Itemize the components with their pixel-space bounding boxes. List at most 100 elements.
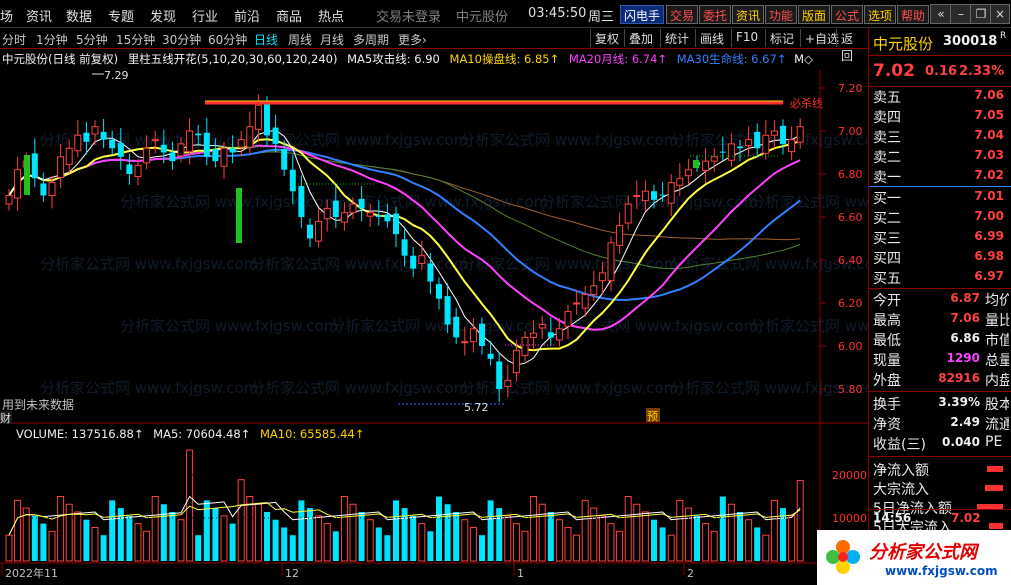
flow-bar bbox=[987, 466, 1003, 472]
candle-body-up bbox=[788, 139, 796, 153]
candle-body-up bbox=[246, 126, 254, 148]
period-tab-daily[interactable]: 日线 bbox=[254, 31, 278, 48]
candle-body-up bbox=[57, 156, 65, 178]
volume-bar-down bbox=[126, 515, 133, 561]
candle-body-up bbox=[340, 212, 348, 223]
restore-icon[interactable]: ❐ bbox=[970, 4, 992, 24]
period-tab-30min[interactable]: 30分钟 bbox=[162, 31, 201, 48]
legend-tail: M◇ bbox=[794, 52, 813, 66]
volume-ma10: MA10: 65585.44↑ bbox=[259, 427, 365, 441]
candle-body-down bbox=[401, 239, 408, 256]
volume-tick-label: 20000 bbox=[832, 469, 867, 482]
menu-item-topic[interactable]: 专题 bbox=[108, 6, 134, 25]
f10-button[interactable]: F10 bbox=[731, 29, 762, 47]
candle-body-down bbox=[31, 153, 38, 179]
buy-level-label: 买二 bbox=[873, 211, 901, 227]
buy-level-5[interactable]: 买五 6.97 bbox=[873, 268, 1008, 288]
order-button[interactable]: 委托 bbox=[699, 5, 732, 24]
overlay-button[interactable]: 叠加 bbox=[624, 29, 657, 47]
back-button[interactable]: 返回 bbox=[836, 29, 868, 63]
stat-row: 今开 6.87 均价 bbox=[873, 290, 1009, 310]
volume-bar-down bbox=[547, 511, 554, 561]
period-tab-more[interactable]: 更多› bbox=[398, 31, 427, 48]
stat-row: 现量 1290 总量 bbox=[873, 350, 1009, 370]
volume-bar-up bbox=[633, 503, 641, 562]
period-tab-5min[interactable]: 5分钟 bbox=[76, 31, 108, 48]
draw-button[interactable]: 画线 bbox=[695, 29, 728, 47]
menu-item-discover[interactable]: 发现 bbox=[150, 6, 176, 25]
watermark-layer: 分析家公式网 www.fxjgsw.com 分析家公式网 www.fxjgsw.c… bbox=[40, 131, 868, 397]
menu-item-news[interactable]: 资讯 bbox=[26, 6, 52, 25]
options-button[interactable]: 选项 bbox=[864, 5, 897, 24]
candle-body-down bbox=[100, 131, 107, 140]
candle-body-up bbox=[504, 379, 512, 387]
price-tick-label: 7.00 bbox=[838, 125, 863, 138]
adjust-button[interactable]: 复权 bbox=[590, 29, 623, 47]
stats-button[interactable]: 统计 bbox=[660, 29, 693, 47]
formula-button[interactable]: 公式 bbox=[831, 5, 864, 24]
period-tab-intraday[interactable]: 分时 bbox=[2, 31, 26, 48]
quote-change: 0.16 bbox=[925, 64, 958, 79]
minimize-icon[interactable]: – bbox=[950, 4, 972, 24]
menu-item-hot[interactable]: 热点 bbox=[318, 6, 344, 25]
period-tab-15min[interactable]: 15分钟 bbox=[116, 31, 155, 48]
low-marker-label: 5.72 bbox=[464, 401, 489, 414]
candle-body-up bbox=[366, 212, 374, 217]
legend-title: 中元股份(日线 前复权) bbox=[2, 52, 119, 66]
candle-body-down bbox=[384, 214, 391, 222]
price-tick-label: 6.60 bbox=[838, 211, 863, 224]
period-tab-weekly[interactable]: 周线 bbox=[288, 31, 312, 48]
close-icon[interactable]: × bbox=[990, 4, 1010, 24]
candle-body-up bbox=[727, 143, 735, 161]
sell-level-1[interactable]: 卖一 7.02 bbox=[873, 167, 1008, 187]
help-button[interactable]: 帮助 bbox=[897, 5, 930, 24]
info-button[interactable]: 资讯 bbox=[732, 5, 765, 24]
watermark-text: 分析家公式网 www.fxjgsw.com bbox=[330, 317, 548, 335]
function-button[interactable]: 功能 bbox=[765, 5, 798, 24]
stat2-value: 2.49 bbox=[950, 415, 980, 429]
menu-item-industry[interactable]: 行业 bbox=[192, 6, 218, 25]
period-tab-monthly[interactable]: 月线 bbox=[320, 31, 344, 48]
volume-bar-up bbox=[469, 526, 477, 562]
volume-bar-up bbox=[624, 496, 632, 562]
stat-label: 现量 bbox=[873, 353, 901, 369]
buy-level-4[interactable]: 买四 6.98 bbox=[873, 248, 1008, 268]
trade-button[interactable]: 交易 bbox=[666, 5, 699, 24]
sell-level-4[interactable]: 卖四 7.05 bbox=[873, 107, 1008, 127]
menu-item-data[interactable]: 数据 bbox=[66, 6, 92, 25]
sell-level-2[interactable]: 卖二 7.03 bbox=[873, 147, 1008, 167]
volume-bar-up bbox=[323, 523, 331, 562]
stat2-value: 0.040 bbox=[942, 435, 980, 449]
candle-body-up bbox=[538, 324, 546, 329]
mark-button[interactable]: 标记 bbox=[765, 29, 798, 47]
watermark-text: 分析家公式网 www.fxjgsw.com bbox=[40, 255, 258, 273]
collapse-icon[interactable]: « bbox=[930, 4, 952, 24]
stat2-extra-label: 股本 bbox=[985, 397, 1009, 413]
kline-chart[interactable]: 分析家公式网 www.fxjgsw.com 分析家公式网 www.fxjgsw.c… bbox=[0, 49, 868, 585]
volume-bar-up bbox=[237, 479, 245, 562]
sell-level-price: 7.04 bbox=[974, 128, 1004, 142]
flash-trade-button[interactable]: 闪电手 bbox=[620, 5, 665, 24]
layout-button[interactable]: 版面 bbox=[798, 5, 831, 24]
period-tab-60min[interactable]: 60分钟 bbox=[208, 31, 247, 48]
legend-indicator[interactable]: 里柱五线开花(5,10,20,30,60,120,240) bbox=[128, 52, 338, 66]
trade-status[interactable]: 交易未登录 bbox=[376, 6, 441, 25]
candle-body-down bbox=[754, 131, 761, 149]
buy-level-1[interactable]: 买一 7.01 bbox=[873, 188, 1008, 208]
period-tab-1min[interactable]: 1分钟 bbox=[36, 31, 68, 48]
buy-level-label: 买三 bbox=[873, 231, 901, 247]
buy-level-2[interactable]: 买二 7.00 bbox=[873, 208, 1008, 228]
menu-item-frontier[interactable]: 前沿 bbox=[234, 6, 260, 25]
period-tab-multi[interactable]: 多周期 bbox=[353, 31, 389, 48]
stat-extra-label: 内盘 bbox=[985, 373, 1009, 389]
buy-level-3[interactable]: 买三 6.99 bbox=[873, 228, 1008, 248]
candle-body-down bbox=[547, 332, 554, 338]
volume-bar-down bbox=[109, 500, 116, 561]
quote-price: 7.02 bbox=[873, 61, 915, 81]
flow-separator bbox=[869, 456, 1011, 457]
menu-item-0[interactable]: 场 bbox=[0, 6, 13, 25]
menu-item-commodity[interactable]: 商品 bbox=[276, 6, 302, 25]
sell-level-price: 7.06 bbox=[974, 88, 1004, 102]
sell-level-5[interactable]: 卖五 7.06 bbox=[873, 87, 1008, 107]
sell-level-3[interactable]: 卖三 7.04 bbox=[873, 127, 1008, 147]
